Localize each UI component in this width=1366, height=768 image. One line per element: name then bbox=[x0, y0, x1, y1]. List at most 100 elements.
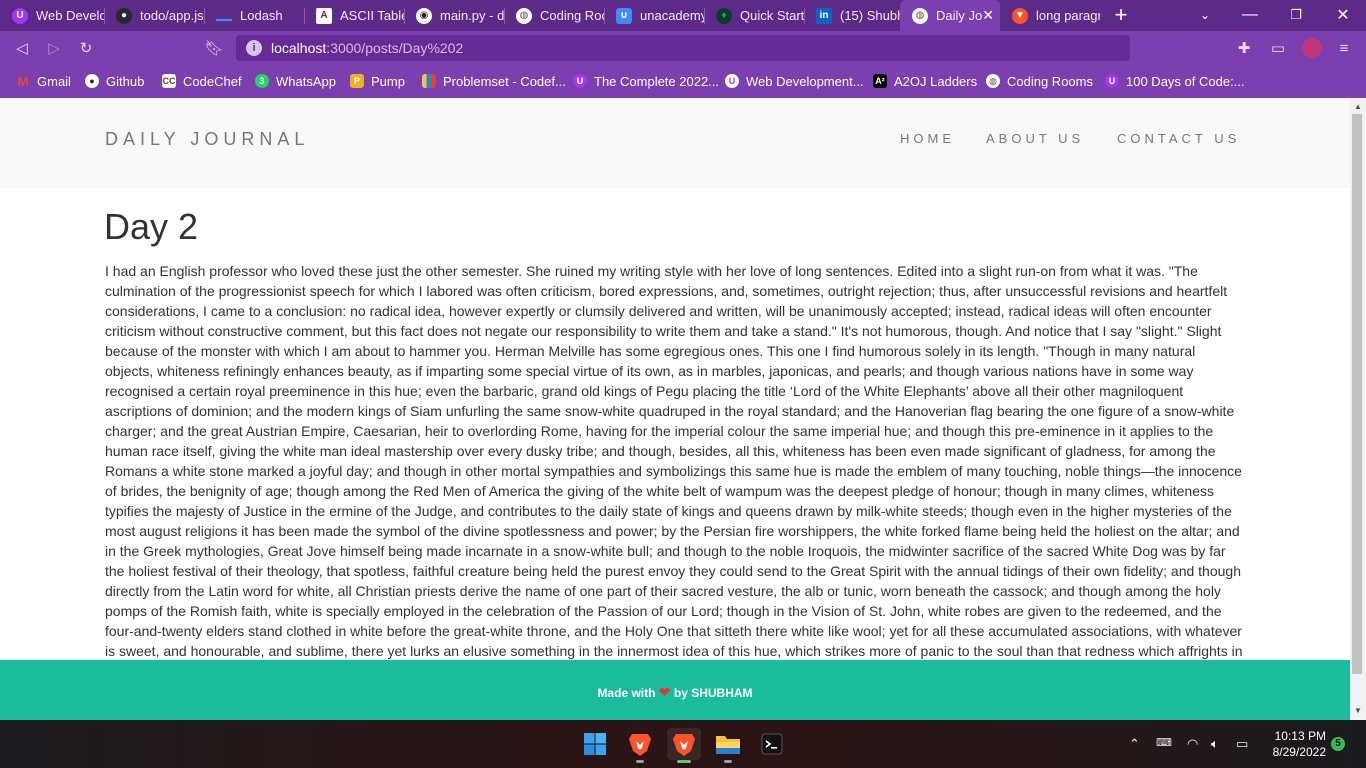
battery-icon[interactable]: ▭ bbox=[1236, 736, 1248, 752]
bookmark-label: Pump bbox=[371, 73, 405, 89]
whatsapp-icon: 3 bbox=[255, 74, 269, 88]
tab-label: (15) Shubha bbox=[840, 8, 900, 23]
tab-linkedin[interactable]: in (15) Shubha bbox=[804, 2, 900, 29]
menu-icon[interactable]: ≡ bbox=[1334, 38, 1354, 58]
profile-avatar[interactable] bbox=[1302, 38, 1322, 58]
back-icon[interactable]: ◁ bbox=[12, 38, 32, 58]
extensions-icon[interactable]: ✚ bbox=[1234, 38, 1254, 58]
file-explorer-icon bbox=[716, 736, 740, 754]
tab-label: todo/app.js bbox=[140, 8, 204, 23]
heart-icon: ❤ bbox=[658, 684, 671, 700]
taskbar-brave-1[interactable] bbox=[623, 728, 657, 763]
globe-icon: ◍ bbox=[986, 74, 1000, 88]
codechef-icon: CC bbox=[162, 74, 176, 88]
tab-label: unacademy bbox=[640, 8, 704, 23]
restore-button[interactable]: ❐ bbox=[1286, 4, 1306, 26]
nav-home[interactable]: HOME bbox=[900, 131, 955, 146]
linkedin-icon: in bbox=[816, 7, 832, 24]
bookmark-codechef[interactable]: CC CodeChef bbox=[162, 72, 242, 90]
bookmark-label: Web Development... bbox=[746, 73, 864, 89]
notification-badge[interactable]: 5 bbox=[1331, 737, 1345, 751]
page-scrollbar[interactable]: ▲ ▼ bbox=[1350, 98, 1366, 720]
scroll-up-icon[interactable]: ▲ bbox=[1350, 100, 1366, 114]
tab-todo-app[interactable]: ● todo/app.js bbox=[104, 2, 204, 29]
page-viewport: DAILY JOURNAL HOME ABOUT US CONTACT US D… bbox=[0, 98, 1350, 720]
udemy-icon: U bbox=[1105, 74, 1119, 88]
reload-icon[interactable]: ↻ bbox=[76, 38, 96, 58]
bookmark-label: Gmail bbox=[37, 73, 71, 89]
tray-overflow-chevron-icon[interactable]: ⌃ bbox=[1129, 736, 1140, 752]
keyboard-icon[interactable]: ⌨ bbox=[1156, 736, 1172, 749]
lodash-icon bbox=[216, 11, 232, 21]
clock-date: 8/29/2022 bbox=[1272, 745, 1326, 759]
address-bar[interactable]: i localhost:3000/posts/Day%202 bbox=[236, 35, 1130, 61]
running-indicator bbox=[724, 760, 732, 763]
tab-web-development[interactable]: U Web Develo bbox=[0, 2, 104, 29]
tab-main-py[interactable]: ◉ main.py - de bbox=[404, 2, 504, 29]
scrollbar-thumb[interactable] bbox=[1352, 114, 1362, 674]
bookmarks-bar: M Gmail ● Github CC CodeChef 3 WhatsApp P Pum… bbox=[0, 65, 1366, 98]
tab-strip: U Web Develo ● todo/app.js Lodash A ASCI… bbox=[0, 0, 1366, 31]
scroll-down-icon[interactable]: ▼ bbox=[1350, 704, 1366, 718]
ascii-icon: A bbox=[316, 7, 332, 24]
nav-contact-us[interactable]: CONTACT US bbox=[1117, 131, 1240, 146]
bookmark-whatsapp[interactable]: 3 WhatsApp bbox=[255, 72, 336, 90]
udemy-icon: U bbox=[12, 7, 28, 24]
replit-icon: ◉ bbox=[416, 7, 432, 24]
tab-label: Web Develo bbox=[36, 8, 104, 23]
url-host: localhost bbox=[271, 40, 327, 56]
bookmark-coding-rooms[interactable]: ◍ Coding Rooms bbox=[986, 72, 1093, 90]
bookmark-complete-2022[interactable]: U The Complete 2022... bbox=[573, 72, 719, 90]
nav-about-us[interactable]: ABOUT US bbox=[986, 131, 1084, 146]
tab-daily-journal[interactable]: ◍ Daily Jo ✕ bbox=[900, 0, 1000, 31]
bookmark-label: WhatsApp bbox=[276, 73, 336, 89]
bookmark-gmail[interactable]: M Gmail bbox=[16, 72, 71, 90]
bookmark-web-development[interactable]: U Web Development... bbox=[725, 72, 864, 90]
tab-unacademy[interactable]: ∪ unacademy bbox=[604, 2, 704, 29]
bookmark-github[interactable]: ● Github bbox=[85, 72, 144, 90]
bookmark-label: A2OJ Ladders bbox=[894, 73, 978, 89]
bookmark-label: CodeChef bbox=[183, 73, 242, 89]
address-text[interactable]: localhost:3000/posts/Day%202 bbox=[271, 40, 463, 56]
bookmark-label: Coding Rooms bbox=[1007, 73, 1093, 89]
tab-label: long paragr bbox=[1036, 8, 1100, 23]
taskbar-file-explorer[interactable] bbox=[711, 728, 745, 763]
volume-icon[interactable]: 🔈︎ bbox=[1211, 736, 1219, 752]
taskbar-brave-2[interactable] bbox=[667, 728, 701, 763]
brave-icon bbox=[629, 734, 651, 756]
wifi-icon[interactable]: ◠ bbox=[1187, 736, 1198, 752]
bookmark-a2oj[interactable]: A² A2OJ Ladders bbox=[873, 72, 977, 90]
taskbar-clock[interactable]: 10:13 PM 8/29/2022 bbox=[1260, 728, 1326, 760]
forward-icon[interactable]: ▷ bbox=[44, 38, 64, 58]
bookmark-codeforces[interactable]: Problemset - Codef... bbox=[422, 72, 566, 90]
unacademy-icon: ∪ bbox=[616, 7, 632, 24]
a2oj-icon: A² bbox=[873, 74, 887, 88]
post-title: Day 2 bbox=[104, 206, 199, 247]
bookmark-pump[interactable]: P Pump bbox=[350, 72, 405, 90]
bookmark-label: 100 Days of Code:... bbox=[1126, 73, 1245, 89]
tab-search-chevron-icon[interactable]: ⌄ bbox=[1195, 4, 1215, 26]
globe-icon: ◍ bbox=[912, 7, 928, 24]
close-window-button[interactable]: ✕ bbox=[1333, 4, 1353, 26]
tab-coding-rooms[interactable]: ◍ Coding Roo bbox=[504, 2, 604, 29]
tab-ascii-table[interactable]: A ASCII Table bbox=[304, 2, 404, 29]
bookmark-100-days[interactable]: U 100 Days of Code:... bbox=[1105, 72, 1245, 90]
site-info-icon[interactable]: i bbox=[246, 40, 262, 56]
taskbar-terminal[interactable] bbox=[755, 728, 789, 760]
tab-quick-start[interactable]: ♦ Quick Start bbox=[704, 2, 804, 29]
tab-label: Daily Jo bbox=[936, 8, 983, 23]
bookmark-icon[interactable]: 🔖︎ bbox=[204, 38, 224, 58]
start-button[interactable] bbox=[578, 728, 612, 760]
brave-icon: ▼ bbox=[1012, 7, 1028, 24]
windows-start-icon bbox=[584, 733, 606, 755]
site-brand[interactable]: DAILY JOURNAL bbox=[105, 129, 309, 150]
new-tab-button[interactable]: + bbox=[1110, 2, 1132, 27]
tab-label: Quick Start bbox=[740, 8, 804, 23]
wallet-icon[interactable]: ▭ bbox=[1268, 38, 1288, 58]
tab-lodash[interactable]: Lodash bbox=[204, 2, 304, 29]
minimize-button[interactable]: — bbox=[1240, 4, 1260, 26]
tab-label: main.py - de bbox=[440, 8, 504, 23]
active-indicator bbox=[677, 760, 691, 763]
tab-long-paragraph[interactable]: ▼ long paragr bbox=[1000, 2, 1100, 29]
close-tab-icon[interactable]: ✕ bbox=[982, 7, 994, 24]
